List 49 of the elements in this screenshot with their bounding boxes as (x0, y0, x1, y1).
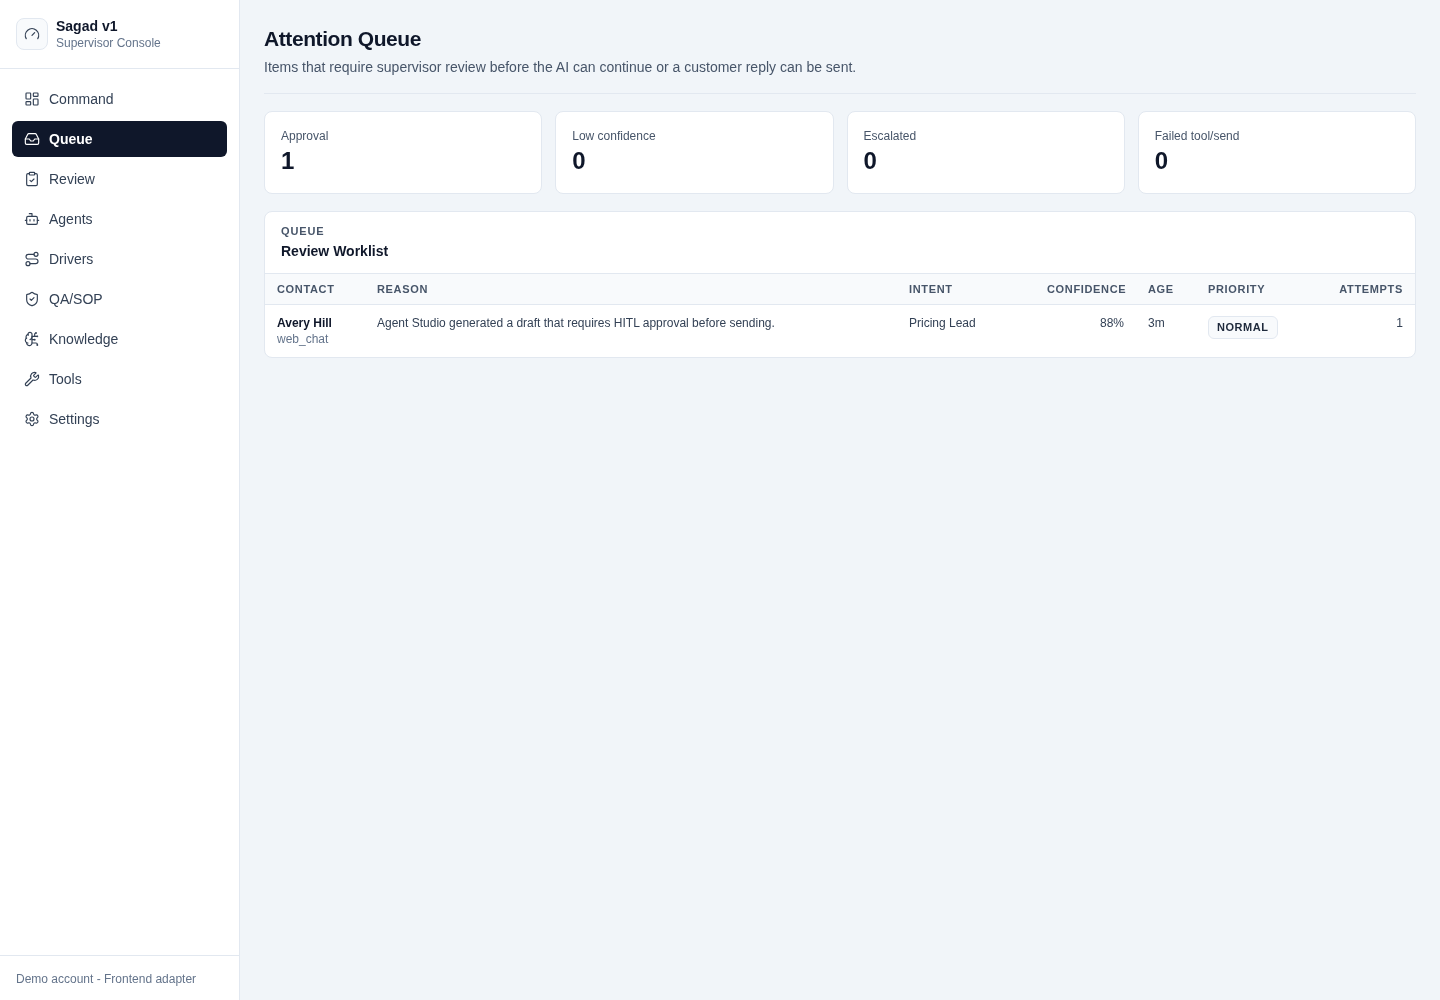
gauge-icon (16, 18, 48, 50)
app-subtitle: Supervisor Console (56, 35, 161, 51)
dashboard-icon (24, 91, 40, 107)
table-cell: Agent Studio generated a draft that requires HITL approval before sending. (365, 304, 897, 357)
nav-item[interactable]: Review (12, 161, 227, 197)
account-note: Demo account - Frontend adapter (16, 972, 197, 986)
nav-item[interactable]: Queue (12, 121, 227, 157)
table-cell: 1 (1306, 304, 1415, 357)
nav-item[interactable]: QA/SOP (12, 281, 227, 317)
stat-label: Failed tool/send (1154, 128, 1240, 144)
brain-circuit-icon (24, 331, 40, 347)
priority-badge: NORMAL (1208, 316, 1278, 339)
wrench-icon (24, 371, 40, 387)
page-title: Attention Queue (264, 26, 423, 52)
stat-value: 0 (572, 146, 586, 176)
inbox-icon (24, 131, 40, 147)
nav-item[interactable]: Tools (12, 361, 227, 397)
table-cell: 3m (1136, 304, 1196, 357)
stat-label: Escalated (863, 128, 917, 144)
contact-name: Avery Hill (277, 315, 332, 331)
table-cell: 88% (1035, 304, 1136, 357)
settings-icon (24, 411, 40, 427)
stat-value: 1 (281, 146, 295, 176)
column-header: CONTACT (265, 273, 365, 305)
column-header: AGE (1136, 273, 1196, 305)
nav-item[interactable]: Settings (12, 401, 227, 437)
column-header: REASON (365, 273, 897, 305)
stat-value: 0 (863, 146, 877, 176)
stat-label: Low confidence (572, 128, 656, 144)
stat-label: Approval (281, 128, 329, 144)
nav-item[interactable]: Command (12, 81, 227, 117)
nav-item[interactable]: Drivers (12, 241, 227, 277)
robot-icon (24, 211, 40, 227)
app-name: Sagad v1 (56, 17, 119, 35)
clipboard-check-icon (24, 171, 40, 187)
stat-value: 0 (1154, 146, 1169, 176)
section-title: Review Worklist (281, 242, 389, 261)
section-label: QUEUE (281, 224, 325, 238)
column-header: PRIORITY (1196, 273, 1306, 305)
column-header: ATTEMPTS (1306, 273, 1415, 305)
table-cell: Pricing Lead (897, 304, 1035, 357)
nav-item[interactable]: Knowledge (12, 321, 227, 357)
nav-item[interactable]: Agents (12, 201, 227, 237)
column-header: CONFIDENCE (1035, 273, 1136, 305)
page-description: Items that require supervisor review before the AI can continue or a customer reply can be sent. (264, 58, 858, 76)
shield-check-icon (24, 291, 40, 307)
contact-channel: web_chat (277, 331, 329, 347)
column-header: INTENT (897, 273, 1035, 305)
route-icon (24, 251, 40, 267)
